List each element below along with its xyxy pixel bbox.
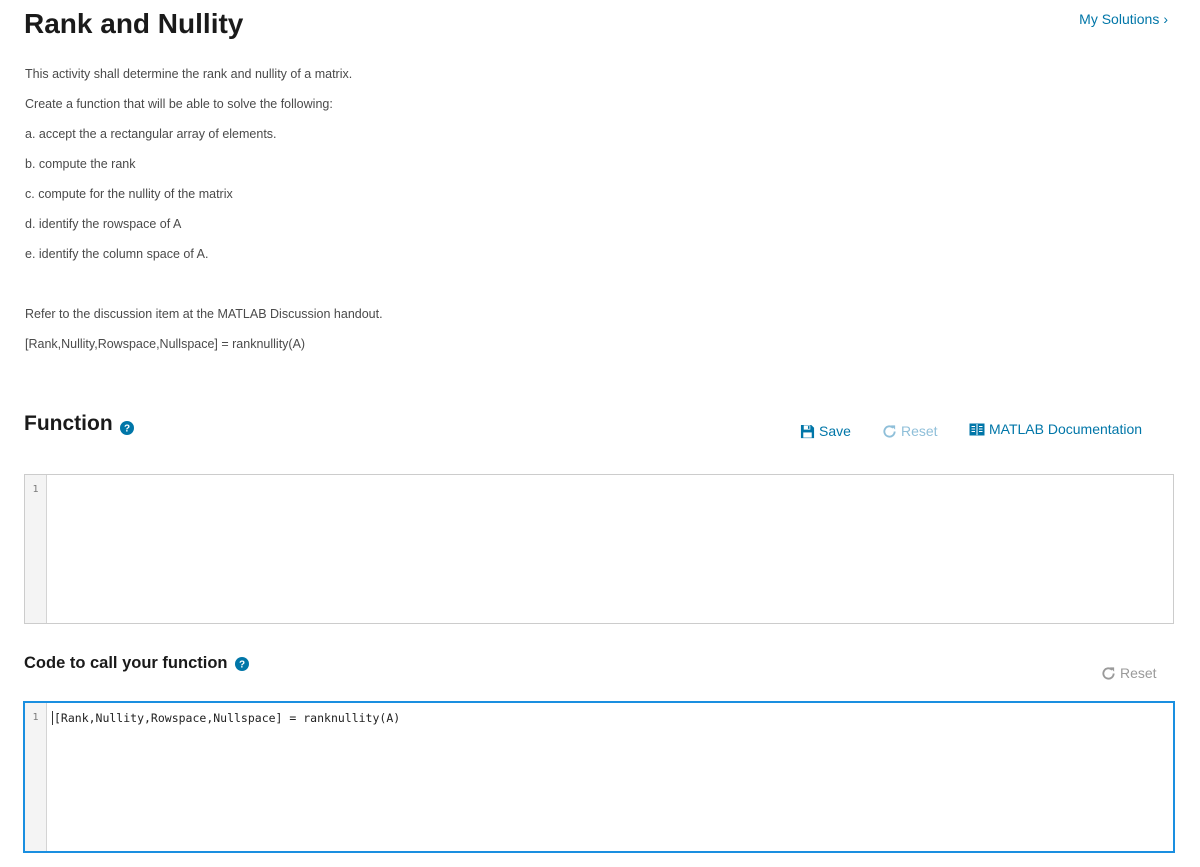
description-line: This activity shall determine the rank a… [25, 67, 353, 81]
refresh-icon [1102, 666, 1115, 680]
description-line: c. compute for the nullity of the matrix [25, 187, 233, 201]
description-line: a. accept the a rectangular array of ele… [25, 127, 277, 141]
problem-description: This activity shall determine the rank a… [25, 66, 625, 366]
svg-text:?: ? [124, 424, 130, 435]
line-number-gutter: 1 [25, 703, 47, 851]
call-code-editor[interactable]: 1 [Rank,Nullity,Rowspace,Nullspace] = ra… [23, 701, 1175, 853]
function-code-editor[interactable]: 1 [24, 474, 1174, 624]
function-heading-label: Function [24, 412, 113, 435]
save-label: Save [819, 423, 851, 439]
text-caret [52, 711, 53, 725]
chevron-right-icon: › [1163, 11, 1168, 27]
question-circle-icon[interactable]: ? [119, 417, 134, 435]
matlab-documentation-link[interactable]: MATLAB Documentation [969, 418, 1142, 440]
docs-label: MATLAB Documentation [989, 421, 1143, 437]
call-code-heading-label: Code to call your function [24, 654, 228, 672]
call-code-heading: Code to call your function ? [24, 654, 249, 673]
description-line: e. identify the column space of A. [25, 247, 209, 261]
refresh-icon [883, 424, 896, 438]
book-icon [969, 423, 985, 435]
description-line: Create a function that will be able to s… [25, 97, 333, 111]
reset-label: Reset [1120, 665, 1157, 681]
description-line: d. identify the rowspace of A [25, 217, 182, 231]
save-button[interactable]: Save [800, 420, 851, 442]
my-solutions-label: My Solutions [1079, 11, 1160, 27]
line-number-gutter: 1 [25, 475, 47, 623]
question-circle-icon[interactable]: ? [234, 656, 249, 671]
my-solutions-link[interactable]: My Solutions › [1079, 11, 1168, 27]
svg-text:?: ? [238, 659, 244, 670]
description-spacer [25, 276, 625, 306]
line-number: 1 [32, 484, 39, 495]
function-code-area[interactable] [47, 475, 1173, 623]
page-title: Rank and Nullity [24, 8, 244, 39]
call-code-line: [Rank,Nullity,Rowspace,Nullspace] = rank… [54, 711, 401, 725]
description-line: [Rank,Nullity,Rowspace,Nullspace] = rank… [25, 337, 306, 351]
function-reset-button[interactable]: Reset [882, 420, 938, 442]
description-line: b. compute the rank [25, 157, 136, 171]
reset-label: Reset [901, 423, 938, 439]
line-number: 1 [32, 712, 39, 723]
floppy-disk-icon [800, 424, 815, 438]
call-reset-button[interactable]: Reset [1101, 662, 1157, 684]
description-line: Refer to the discussion item at the MATL… [25, 307, 383, 321]
function-heading: Function ? [24, 412, 134, 436]
call-code-area[interactable]: [Rank,Nullity,Rowspace,Nullspace] = rank… [47, 703, 1173, 851]
